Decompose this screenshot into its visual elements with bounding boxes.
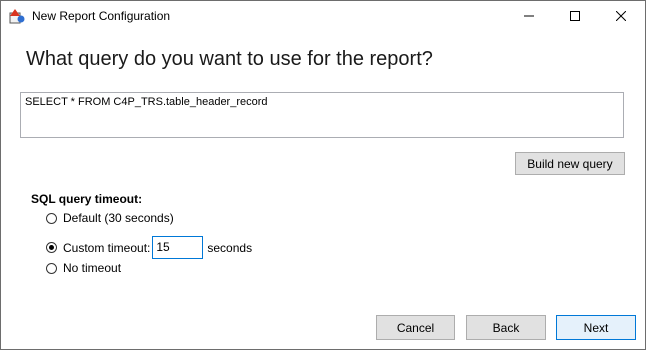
- close-button[interactable]: [598, 1, 644, 32]
- maximize-icon: [570, 8, 580, 26]
- build-new-query-button[interactable]: Build new query: [515, 152, 625, 175]
- dialog-window: New Report Configuration What query do y…: [0, 0, 646, 350]
- cancel-button[interactable]: Cancel: [376, 315, 455, 340]
- radio-option-default[interactable]: Default (30 seconds): [46, 211, 174, 225]
- timeout-label: SQL query timeout:: [31, 192, 143, 206]
- query-textarea[interactable]: SELECT * FROM C4P_TRS.table_header_recor…: [20, 92, 624, 138]
- next-button[interactable]: Next: [556, 315, 636, 340]
- seconds-label: seconds: [207, 240, 253, 255]
- radio-default-label: Default (30 seconds): [63, 211, 174, 225]
- radio-option-none[interactable]: No timeout: [46, 261, 121, 275]
- window-title: New Report Configuration: [32, 9, 171, 23]
- radio-custom[interactable]: [46, 242, 57, 253]
- radio-none-label: No timeout: [63, 261, 122, 275]
- minimize-icon: [524, 8, 534, 26]
- back-button[interactable]: Back: [466, 315, 546, 340]
- title-bar[interactable]: New Report Configuration: [1, 1, 645, 32]
- radio-custom-label: Custom timeout:: [63, 240, 151, 255]
- minimize-button[interactable]: [506, 1, 552, 32]
- radio-none[interactable]: [46, 262, 57, 274]
- radio-option-custom[interactable]: Custom timeout: 15 seconds: [46, 236, 252, 259]
- custom-timeout-input[interactable]: 15: [152, 236, 204, 259]
- maximize-button[interactable]: [552, 1, 598, 32]
- close-icon: [615, 8, 627, 26]
- radio-selected-dot: [49, 245, 54, 250]
- radio-default[interactable]: [46, 212, 57, 224]
- report-app-icon: [9, 8, 25, 24]
- page-heading: What query do you want to use for the re…: [26, 48, 433, 70]
